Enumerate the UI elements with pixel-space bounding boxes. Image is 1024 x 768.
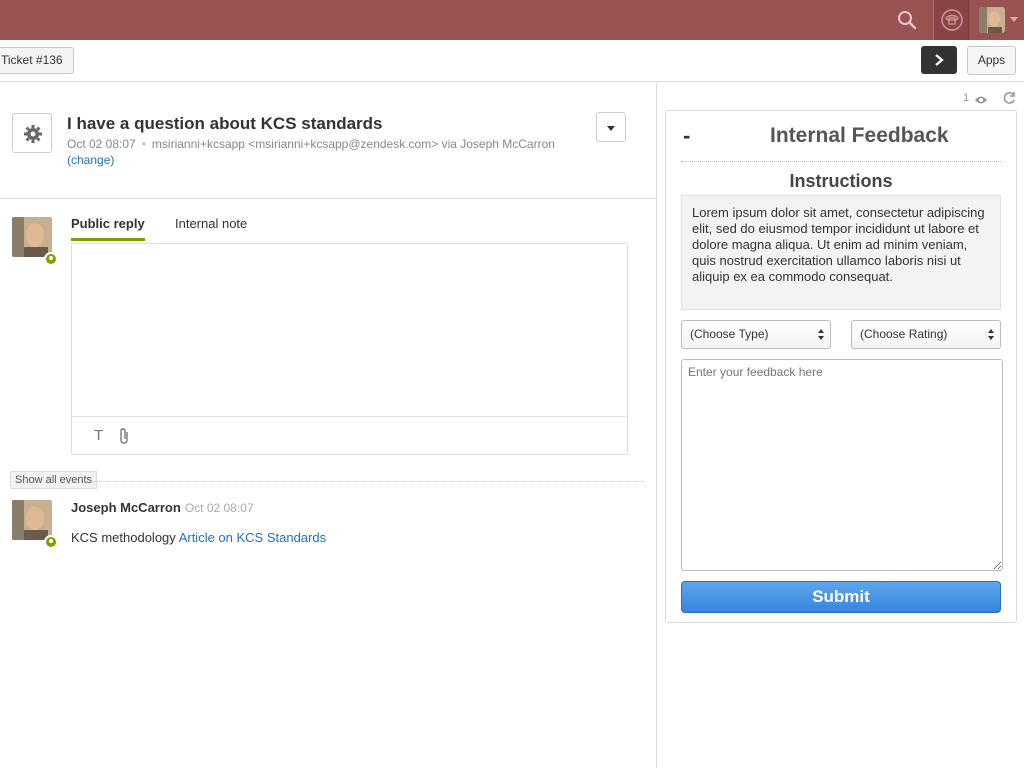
title-divider [681,161,1001,162]
next-button[interactable] [921,46,957,74]
comment-date: Oct 02 08:07 [184,501,254,515]
ticket-meta: Oct 02 08:07 • msirianni+kcsapp <msirianni… [67,137,555,167]
ticket-actions-dropdown[interactable] [596,112,626,142]
paperclip-icon[interactable] [118,427,130,448]
rating-select-value: (Choose Rating) [860,327,948,341]
submit-button[interactable]: Submit [681,581,1001,613]
comment-text: KCS methodology [71,530,176,545]
divider [0,198,656,199]
collapse-button[interactable]: - [683,123,690,149]
ticket-pane: I have a question about KCS standards Oc… [0,83,656,768]
change-requester-link[interactable]: (change) [67,153,114,167]
search-icon[interactable] [897,10,917,30]
ticket-requester: msirianni+kcsapp <msirianni+kcsapp@zende… [151,137,555,151]
type-select[interactable]: (Choose Type) [681,320,831,349]
refresh-icon[interactable] [1002,91,1016,108]
phone-icon[interactable] [933,0,969,40]
comment-avatar [12,500,52,540]
comment-status-icon [44,535,58,549]
agent-status-icon [44,252,58,266]
feedback-textarea[interactable] [681,359,1003,571]
ticket-options-button[interactable] [12,113,52,153]
tab-internal-note[interactable]: Internal note [175,216,247,231]
text-format-icon[interactable]: T [94,427,103,444]
events-divider [94,481,644,482]
user-avatar[interactable] [979,7,1005,33]
watcher-count: 1 [963,92,970,104]
reply-editor[interactable]: T [71,243,628,455]
apps-pane: 1 - Internal Feedback Instructions Lorem… [657,83,1024,768]
ticket-tab[interactable]: Ticket #136 [0,47,74,74]
rating-select[interactable]: (Choose Rating) [851,320,1001,349]
apps-button[interactable]: Apps [967,46,1016,75]
comment-header: Joseph McCarron Oct 02 08:07 [71,500,254,515]
eye-icon [974,93,988,108]
ticket-title: I have a question about KCS standards [67,114,383,133]
app-title: Internal Feedback [770,124,949,147]
type-select-value: (Choose Type) [690,327,769,341]
internal-feedback-app: - Internal Feedback Instructions Lorem i… [665,110,1017,623]
tab-bar: Ticket #136 Apps [0,40,1024,82]
instructions-heading: Instructions [789,171,893,191]
comment-article-link[interactable]: Article on KCS Standards [179,530,326,545]
comment-body: KCS methodology Article on KCS Standards [71,530,326,545]
tab-public-reply[interactable]: Public reply [71,216,145,241]
comment-author: Joseph McCarron [71,500,181,515]
top-bar [0,0,1024,40]
chevron-down-icon[interactable] [1010,17,1018,22]
instructions-text: Lorem ipsum dolor sit amet, consectetur … [681,195,1001,310]
select-arrows-icon [988,329,994,341]
show-all-events-button[interactable]: Show all events [10,471,98,489]
ticket-date: Oct 02 08:07 [67,137,136,151]
agent-avatar [12,217,52,257]
editor-toolbar: T [72,416,627,454]
select-arrows-icon [818,329,824,341]
